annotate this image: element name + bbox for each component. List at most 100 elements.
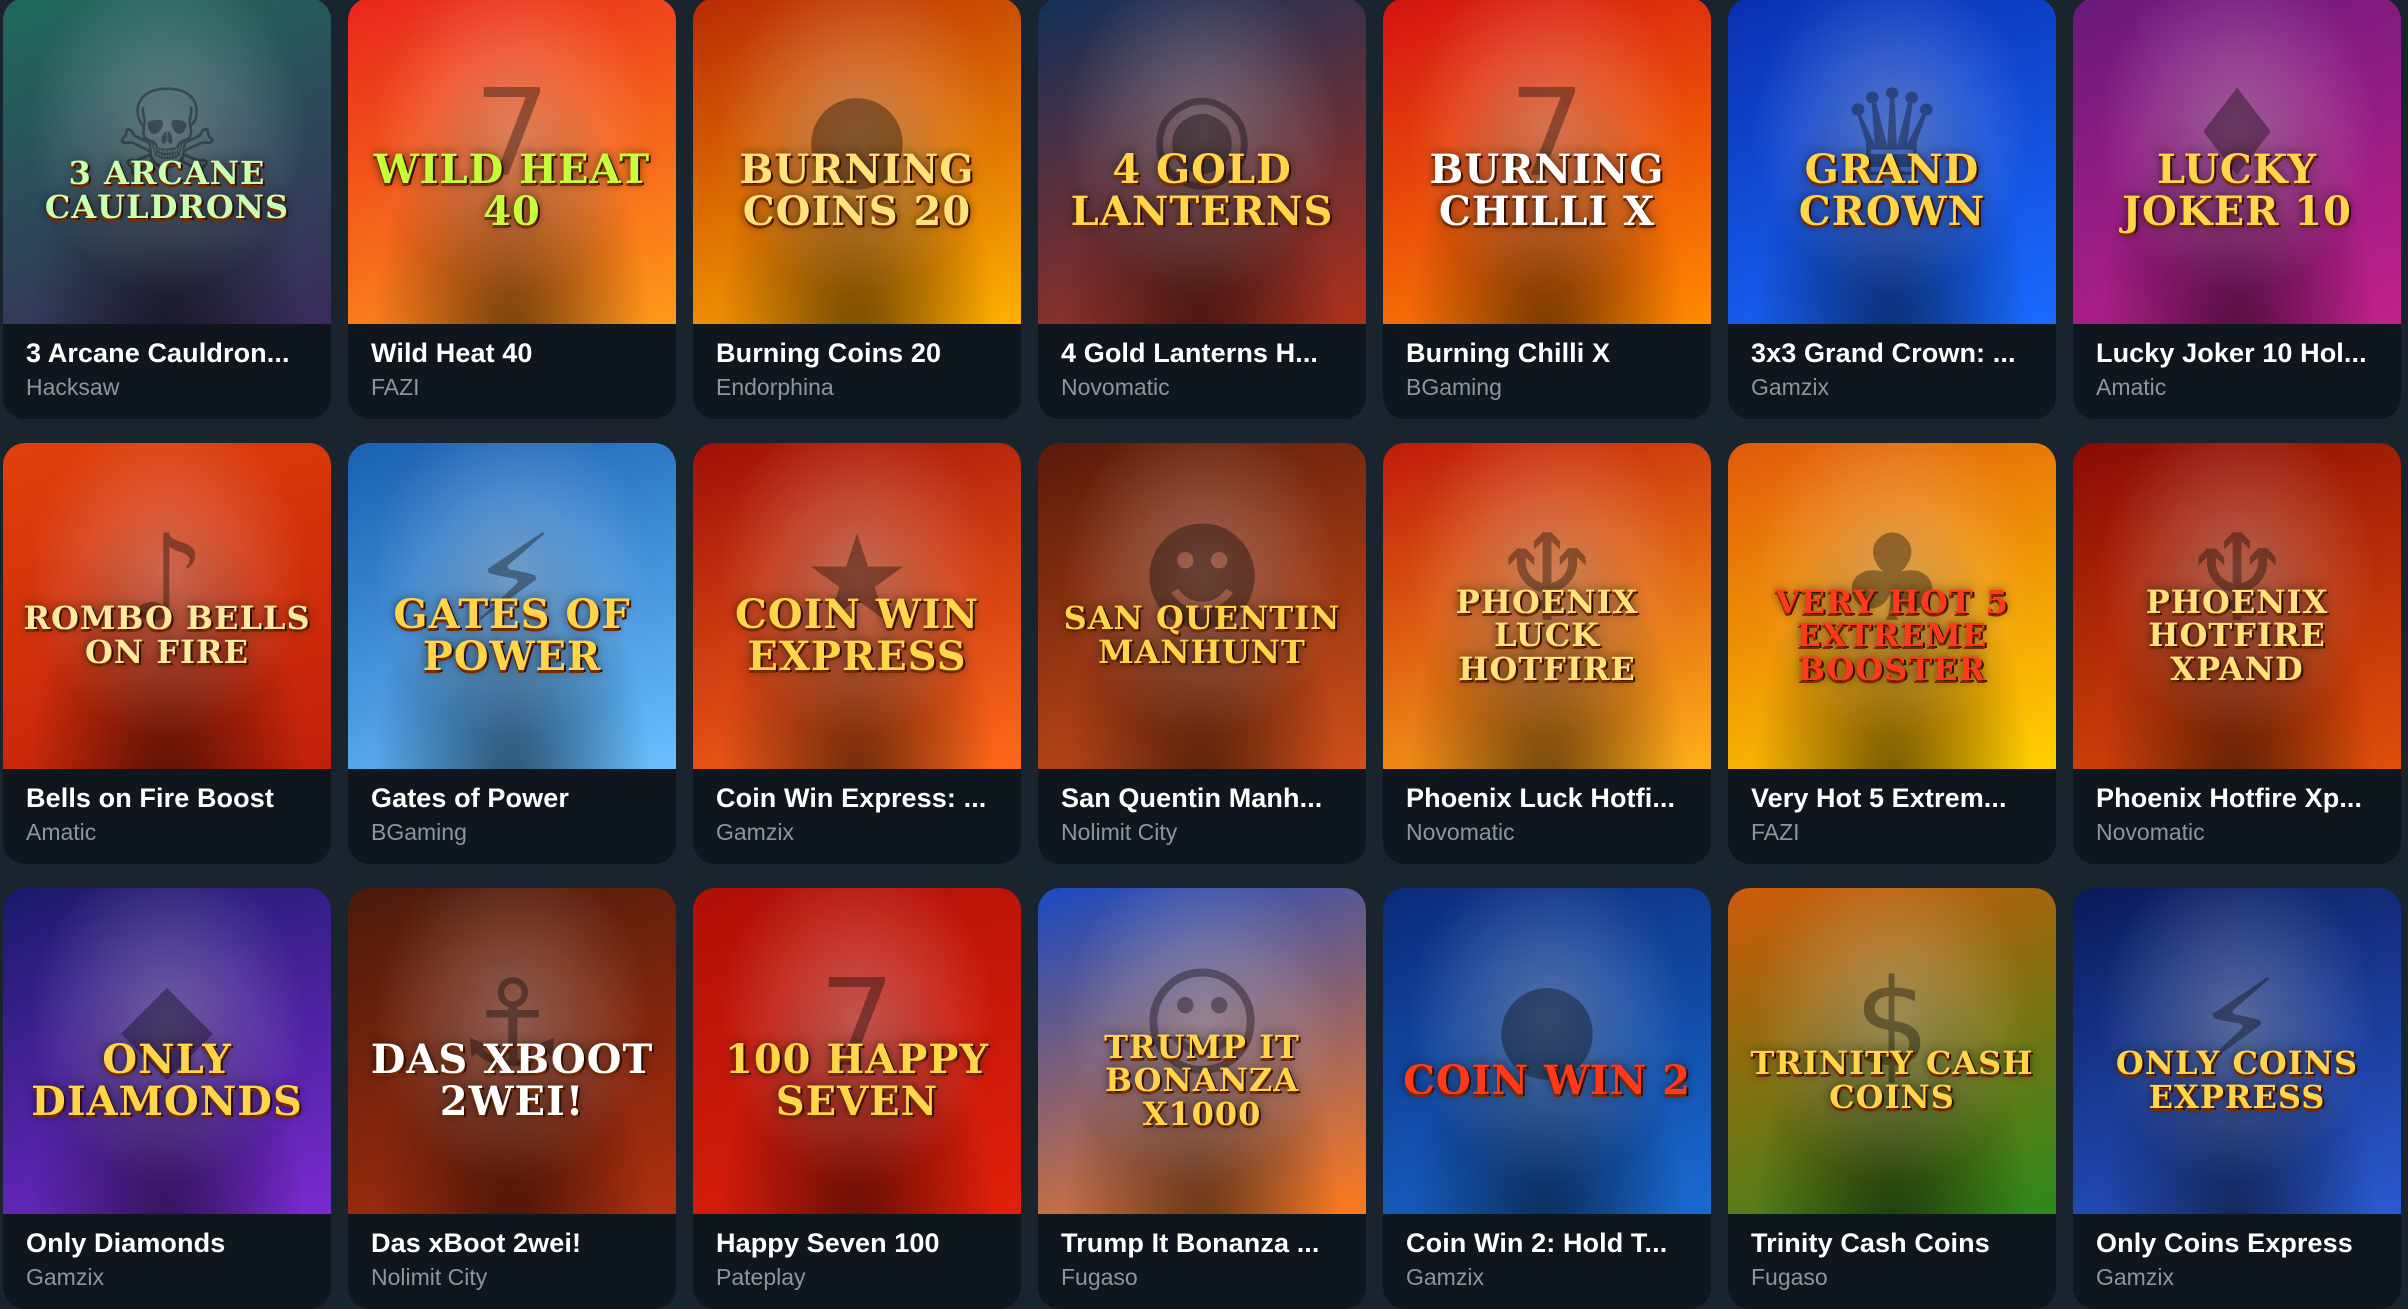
game-provider: Amatic (2096, 374, 2167, 400)
game-provider: Novomatic (1061, 374, 1170, 400)
game-logo-text: GRAND CROWN (1798, 146, 1986, 235)
game-logo-text: GATES OF POWER (393, 591, 631, 680)
game-thumbnail[interactable]: ☠ 3 ARCANE CAULDRONS (3, 0, 331, 324)
game-info: Phoenix Hotfire Xp... Novomatic (2073, 769, 2401, 864)
game-thumbnail[interactable]: ♆ PHOENIX LUCK HOTFIRE (1383, 443, 1711, 769)
game-logo-text: BURNING COINS 20 (739, 146, 975, 235)
game-thumbnail[interactable]: ♆ PHOENIX HOTFIRE XPAND (2073, 443, 2401, 769)
game-info: San Quentin Manh... Nolimit City (1038, 769, 1366, 864)
game-thumbnail[interactable]: ● BURNING COINS 20 (693, 0, 1021, 324)
game-card[interactable]: ● BURNING COINS 20 Burning Coins 20 Endorph… (693, 0, 1021, 419)
game-title: Trinity Cash Coins (1751, 1228, 1990, 1258)
game-provider: Gamzix (2096, 1264, 2174, 1290)
game-card[interactable]: ♦ LUCKY JOKER 10 Lucky Joker 10 Hol... Amat… (2073, 0, 2401, 419)
game-logo-text: TRUMP IT BONANZA X1000 (1104, 1027, 1300, 1133)
game-card[interactable]: ● COIN WIN 2 Coin Win 2: Hold T... Gamzix (1383, 888, 1711, 1309)
game-info: Trinity Cash Coins Fugaso (1728, 1214, 2056, 1309)
game-thumbnail[interactable]: ♣ VERY HOT 5 Extreme Booster (1728, 443, 2056, 769)
game-logo-text: ROMBO Bells On Fire (23, 599, 311, 671)
game-provider: Pateplay (716, 1264, 806, 1290)
game-card[interactable]: 7 BURNING CHILLI X Burning Chilli X BGaming (1383, 0, 1711, 419)
game-logo-text: Only DIAMONDS (31, 1036, 303, 1125)
game-card[interactable]: ⚓ Das xBoot 2wei! Das xBoot 2wei! Nolimit C… (348, 888, 676, 1309)
game-provider: Novomatic (2096, 819, 2205, 845)
game-logo-text: PHOENIX HOTFIRE XPAND (2145, 582, 2329, 688)
game-logo-text: 100 HAPPY SEVEN (725, 1036, 989, 1125)
game-thumbnail[interactable]: ☺ TRUMP IT BONANZA X1000 (1038, 888, 1366, 1214)
game-card[interactable]: ★ COIN WIN EXPRESS Coin Win Express: ... Ga… (693, 443, 1021, 864)
game-info: Lucky Joker 10 Hol... Amatic (2073, 324, 2401, 419)
game-info: Coin Win Express: ... Gamzix (693, 769, 1021, 864)
game-card[interactable]: ♪ ROMBO Bells On Fire Bells on Fire Boost A… (3, 443, 331, 864)
game-provider: Nolimit City (1061, 819, 1178, 845)
game-title: San Quentin Manh... (1061, 783, 1323, 813)
game-logo-text: Das xBoot 2wei! (370, 1036, 654, 1125)
game-logo-text: ONLY COINS EXPRESS (2115, 1044, 2359, 1116)
game-thumbnail[interactable]: ◆ Only DIAMONDS (3, 888, 331, 1214)
game-title: Wild Heat 40 (371, 338, 533, 368)
game-title: Only Diamonds (26, 1228, 226, 1258)
game-title: Burning Chilli X (1406, 338, 1611, 368)
game-thumbnail[interactable]: ♦ LUCKY JOKER 10 (2073, 0, 2401, 324)
game-card[interactable]: ♣ VERY HOT 5 Extreme Booster Very Hot 5 Ex… (1728, 443, 2056, 864)
game-card[interactable]: ♆ PHOENIX LUCK HOTFIRE Phoenix Luck Hotfi.… (1383, 443, 1711, 864)
game-thumbnail[interactable]: 7 100 HAPPY SEVEN (693, 888, 1021, 1214)
game-title: Only Coins Express (2096, 1228, 2353, 1258)
game-card[interactable]: ⚡ ONLY COINS EXPRESS Only Coins Express Gam… (2073, 888, 2401, 1309)
game-logo-text: TRINITY CASH COINS (1750, 1044, 2034, 1116)
game-logo-text: BURNING CHILLI X (1429, 146, 1665, 235)
game-card[interactable]: 7 100 HAPPY SEVEN Happy Seven 100 Pateplay (693, 888, 1021, 1309)
game-title: Gates of Power (371, 783, 569, 813)
game-info: Burning Coins 20 Endorphina (693, 324, 1021, 419)
game-title: 4 Gold Lanterns H... (1061, 338, 1319, 368)
game-info: Phoenix Luck Hotfi... Novomatic (1383, 769, 1711, 864)
game-card[interactable]: 7 Wild Heat 40 Wild Heat 40 FAZI (348, 0, 676, 419)
game-logo-text: LUCKY JOKER 10 (2122, 146, 2352, 235)
game-title: Bells on Fire Boost (26, 783, 274, 813)
game-card[interactable]: ♛ GRAND CROWN 3x3 Grand Crown: ... Gamzix (1728, 0, 2056, 419)
game-info: Wild Heat 40 FAZI (348, 324, 676, 419)
game-title: Phoenix Luck Hotfi... (1406, 783, 1676, 813)
game-thumbnail[interactable]: ⚡ ONLY COINS EXPRESS (2073, 888, 2401, 1214)
game-title: 3x3 Grand Crown: ... (1751, 338, 2016, 368)
game-info: 4 Gold Lanterns H... Novomatic (1038, 324, 1366, 419)
game-thumbnail[interactable]: ☻ SAN QUENTIN MANHUNT (1038, 443, 1366, 769)
game-thumbnail[interactable]: ◉ 4 GOLD LANTERNS (1038, 0, 1366, 324)
game-logo-text: 3 ARCANE CAULDRONS (44, 154, 290, 226)
game-thumbnail[interactable]: 7 Wild Heat 40 (348, 0, 676, 324)
game-info: 3x3 Grand Crown: ... Gamzix (1728, 324, 2056, 419)
game-title: Burning Coins 20 (716, 338, 942, 368)
game-provider: Fugaso (1061, 1264, 1138, 1290)
game-card[interactable]: ♆ PHOENIX HOTFIRE XPAND Phoenix Hotfire Xp… (2073, 443, 2401, 864)
game-thumbnail[interactable]: ⚡ GATES OF POWER (348, 443, 676, 769)
game-info: Das xBoot 2wei! Nolimit City (348, 1214, 676, 1309)
game-card[interactable]: ☻ SAN QUENTIN MANHUNT San Quentin Manh... N… (1038, 443, 1366, 864)
game-thumbnail[interactable]: ★ COIN WIN EXPRESS (693, 443, 1021, 769)
game-info: Coin Win 2: Hold T... Gamzix (1383, 1214, 1711, 1309)
game-card[interactable]: ☺ TRUMP IT BONANZA X1000 Trump It Bonanza … (1038, 888, 1366, 1309)
game-title: Das xBoot 2wei! (371, 1228, 582, 1258)
game-thumbnail[interactable]: 7 BURNING CHILLI X (1383, 0, 1711, 324)
game-card[interactable]: ◆ Only DIAMONDS Only Diamonds Gamzix (3, 888, 331, 1309)
game-title: 3 Arcane Cauldron... (26, 338, 290, 368)
game-card[interactable]: ⚡ GATES OF POWER Gates of Power BGaming (348, 443, 676, 864)
game-provider: Gamzix (1406, 1264, 1484, 1290)
game-provider: BGaming (1406, 374, 1502, 400)
game-thumbnail[interactable]: $ TRINITY CASH COINS (1728, 888, 2056, 1214)
game-thumbnail[interactable]: ♪ ROMBO Bells On Fire (3, 443, 331, 769)
game-thumbnail[interactable]: ● COIN WIN 2 (1383, 888, 1711, 1214)
game-card[interactable]: $ TRINITY CASH COINS Trinity Cash Coins Fug… (1728, 888, 2056, 1309)
game-title: Coin Win 2: Hold T... (1406, 1228, 1668, 1258)
game-title: Happy Seven 100 (716, 1228, 940, 1258)
game-logo-text: Wild Heat 40 (373, 146, 651, 235)
game-provider: Fugaso (1751, 1264, 1828, 1290)
game-thumbnail[interactable]: ♛ GRAND CROWN (1728, 0, 2056, 324)
game-provider: Gamzix (1751, 374, 1829, 400)
game-thumbnail[interactable]: ⚓ Das xBoot 2wei! (348, 888, 676, 1214)
game-provider: Endorphina (716, 374, 834, 400)
game-logo-text: COIN WIN 2 (1403, 1057, 1691, 1104)
game-logo-text: 4 GOLD LANTERNS (1070, 146, 1334, 235)
game-card[interactable]: ◉ 4 GOLD LANTERNS 4 Gold Lanterns H... Novo… (1038, 0, 1366, 419)
game-info: Very Hot 5 Extrem... FAZI (1728, 769, 2056, 864)
game-card[interactable]: ☠ 3 ARCANE CAULDRONS 3 Arcane Cauldron... H… (3, 0, 331, 419)
